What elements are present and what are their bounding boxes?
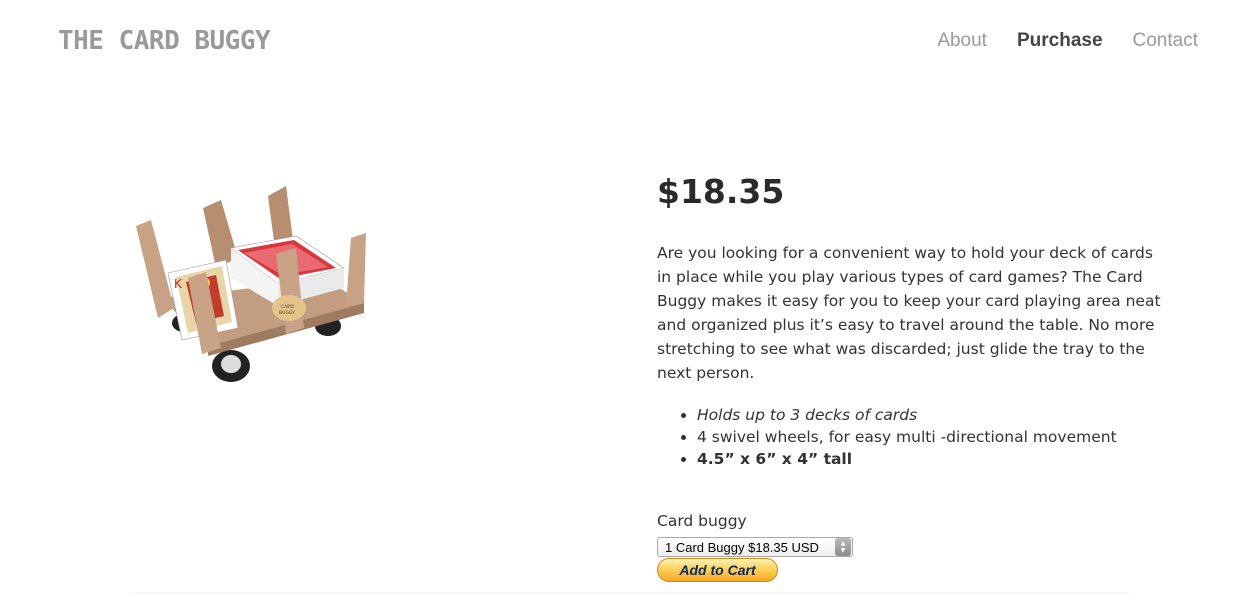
nav-about[interactable]: About [937,30,987,52]
product-price: $18.35 [657,172,785,211]
product-image: K CARD BUGGY [136,186,366,382]
nav-purchase[interactable]: Purchase [1017,30,1103,52]
quantity-select[interactable]: 1 Card Buggy $18.35 USD ▲ ▼ [657,537,853,557]
svg-text:K: K [174,277,183,291]
option-label: Card buggy [657,512,747,530]
select-value: 1 Card Buggy $18.35 USD [665,539,819,555]
svg-text:BUGGY: BUGGY [279,310,295,316]
feature-item: Holds up to 3 decks of cards [697,404,1177,426]
add-to-cart-button[interactable]: Add to Cart [657,558,778,582]
main-nav: About Purchase Contact [937,30,1198,52]
site-logo[interactable]: THE CARD BUGGY [58,26,271,56]
feature-item: 4 swivel wheels, for easy multi -directi… [697,426,1177,448]
feature-item: 4.5” x 6” x 4” tall [697,448,1177,470]
product-description: Are you looking for a convenient way to … [657,244,1161,382]
nav-contact[interactable]: Contact [1133,30,1198,52]
image-badge-text: CARD [281,304,294,310]
select-arrows-icon: ▲ ▼ [835,538,851,556]
feature-list: Holds up to 3 decks of cards 4 swivel wh… [697,404,1177,470]
